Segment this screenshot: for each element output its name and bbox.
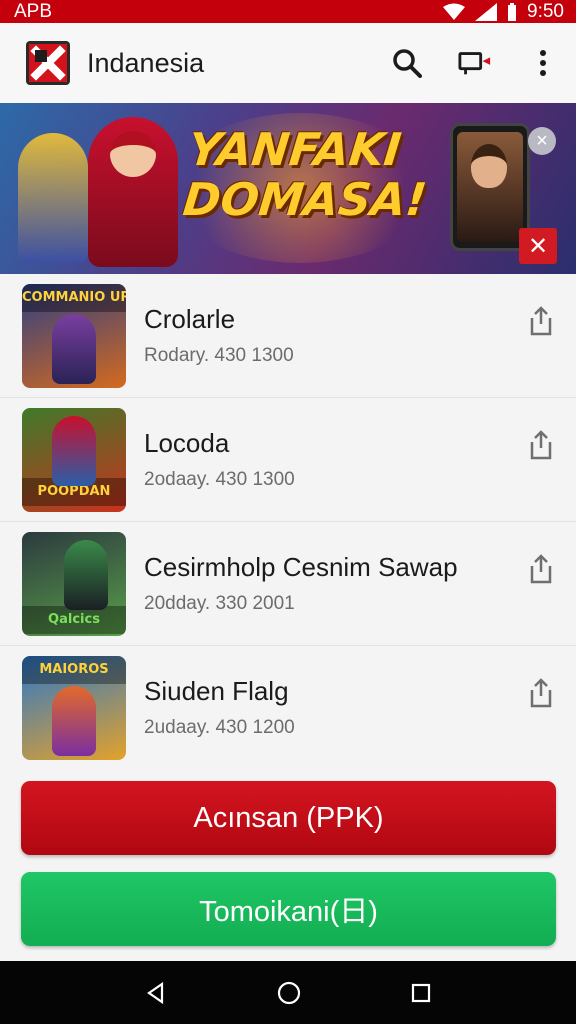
banner-headline-line1: YANFAKI xyxy=(185,123,404,176)
carrier-label: APB xyxy=(14,0,53,22)
more-options-button[interactable] xyxy=(526,46,560,80)
wifi-icon xyxy=(443,3,466,20)
promo-banner[interactable]: YANFAKI DOMASA! × ✕ xyxy=(0,103,576,274)
list-item[interactable]: Qalcics Cesirmholp Cesnim Sawap 20dday. … xyxy=(0,522,576,646)
app-thumbnail: POOPDAN xyxy=(22,407,126,512)
app-name: Locoda xyxy=(144,428,230,458)
list-item[interactable]: COMMANIO URUCAN Crolarle Rodary. 430 130… xyxy=(0,274,576,398)
search-icon xyxy=(393,49,422,78)
thumbnail-title: MAIOROS xyxy=(22,655,126,684)
app-thumbnail: COMMANIO URUCAN xyxy=(22,283,126,388)
primary-action-button[interactable]: Acınsan (PPK) xyxy=(21,781,556,855)
more-vert-icon xyxy=(540,50,546,76)
app-title: Indanesia xyxy=(87,47,205,78)
app-details: 20dday. 330 2001 xyxy=(144,593,295,614)
cast-button[interactable] xyxy=(458,46,492,80)
cast-icon xyxy=(458,52,491,75)
app-details: 2udaay. 430 1200 xyxy=(144,717,295,738)
share-icon[interactable] xyxy=(528,554,554,584)
battery-icon xyxy=(508,2,517,21)
app-name: Crolarle xyxy=(144,304,236,334)
banner-character-left-image xyxy=(18,133,88,263)
list-item[interactable]: POOPDAN Locoda 2odaay. 430 1300 xyxy=(0,398,576,522)
signal-icon xyxy=(475,2,498,21)
share-icon[interactable] xyxy=(528,430,554,460)
back-icon[interactable] xyxy=(144,981,168,1005)
banner-phone-image xyxy=(450,123,530,251)
close-icon: ✕ xyxy=(527,232,549,260)
thumbnail-title: Qalcics xyxy=(22,605,126,634)
status-icons: 9:50 xyxy=(443,1,564,23)
system-navigation-bar xyxy=(0,961,576,1024)
thumbnail-title: COMMANIO URUCAN xyxy=(22,283,126,312)
status-bar: APB 9:50 xyxy=(0,0,576,23)
app-name: Cesirmholp Cesnim Sawap xyxy=(144,552,458,582)
app-name: Siuden Flalg xyxy=(144,676,289,706)
banner-character-main-image xyxy=(88,117,178,267)
app-list: COMMANIO URUCAN Crolarle Rodary. 430 130… xyxy=(0,274,576,770)
app-details: Rodary. 430 1300 xyxy=(144,345,294,366)
banner-close-button[interactable]: ✕ xyxy=(519,228,557,264)
banner-dismiss-button[interactable]: × xyxy=(528,127,556,155)
share-icon[interactable] xyxy=(528,678,554,708)
clock: 9:50 xyxy=(527,0,564,22)
banner-headline: YANFAKI DOMASA! xyxy=(180,123,430,226)
recents-icon[interactable] xyxy=(410,982,432,1004)
app-thumbnail: MAIOROS xyxy=(22,655,126,760)
share-icon[interactable] xyxy=(528,306,554,336)
list-item[interactable]: MAIOROS Siuden Flalg 2udaay. 430 1200 xyxy=(0,646,576,770)
app-bar: Indanesia xyxy=(0,23,576,103)
app-logo-icon[interactable] xyxy=(26,41,70,85)
home-icon[interactable] xyxy=(276,980,302,1006)
search-button[interactable] xyxy=(390,46,424,80)
app-thumbnail: Qalcics xyxy=(22,531,126,636)
close-icon: × xyxy=(536,129,548,152)
app-details: 2odaay. 430 1300 xyxy=(144,469,295,490)
secondary-action-button[interactable]: Tomoikani(日) xyxy=(21,872,556,946)
banner-headline-line2: DOMASA! xyxy=(180,173,430,226)
